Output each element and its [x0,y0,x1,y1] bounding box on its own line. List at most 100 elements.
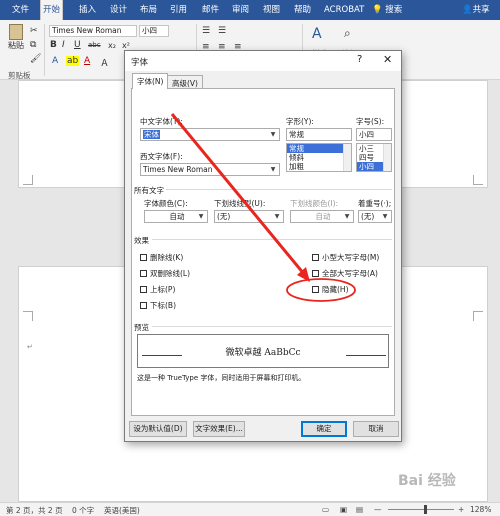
font-dialog: 字体 ? ✕ 字体(N) 高级(V) 中文字体(T): 宋体 ▼ 字形(Y): … [124,50,402,442]
preview-section-label: 预览 [134,323,149,332]
underline-button[interactable]: U [74,40,81,50]
checkbox-box[interactable] [140,254,147,261]
tab-design[interactable]: 设计 [108,0,129,20]
close-icon[interactable]: ✕ [383,53,392,66]
tab-help[interactable]: 帮助 [292,0,313,20]
effects-section-label: 效果 [134,236,149,245]
strikethrough-button[interactable]: abc [88,41,101,49]
chevron-down-icon: ▼ [382,213,388,220]
zoom-slider-thumb[interactable] [424,505,427,514]
superscript-checkbox[interactable]: 上标(P) [140,284,175,295]
highlight-icon[interactable]: ab [66,56,80,66]
font-style-input[interactable]: 常规 [286,128,352,141]
tab-font[interactable]: 字体(N) [132,73,169,89]
numbering-icon[interactable]: ☰ [218,26,226,36]
group-separator [44,24,45,76]
checkbox-box[interactable] [312,286,319,293]
copy-icon[interactable]: ⧉ [30,40,36,50]
emphasis-mark-select[interactable]: (无) ▼ [358,210,392,223]
list-item[interactable]: 倾斜 [287,153,351,162]
hidden-checkbox[interactable]: 隐藏(H) [312,284,349,295]
subscript-checkbox[interactable]: 下标(B) [140,300,176,311]
set-default-button[interactable]: 设为默认值(D) [129,421,187,437]
web-layout-icon[interactable]: ▤ [356,505,363,514]
checkbox-box[interactable] [312,254,319,261]
tab-review[interactable]: 审阅 [230,0,251,20]
help-button[interactable]: ? [357,54,362,65]
zoom-out-button[interactable]: — [374,505,382,514]
chevron-down-icon: ▼ [344,213,350,220]
underline-color-select[interactable]: 自动 ▼ [290,210,354,223]
superscript-button[interactable]: x² [122,41,130,50]
subscript-button[interactable]: x₂ [108,41,116,50]
dialog-title-bar: 字体 ? ✕ [125,51,401,71]
zoom-level[interactable]: 128% [470,505,491,514]
tab-advanced[interactable]: 高级(V) [167,75,203,89]
italic-button[interactable]: I [62,40,65,50]
western-font-select[interactable]: Times New Roman ▼ [140,163,280,176]
tab-acrobat[interactable]: ACROBAT [322,0,366,20]
chevron-down-icon: ▼ [198,213,204,220]
chevron-down-icon: ▼ [274,213,280,220]
section-divider [166,189,392,190]
bold-button[interactable]: B [50,40,57,50]
bullets-icon[interactable]: ☰ [202,26,210,36]
scrollbar[interactable] [383,144,391,171]
chinese-font-select[interactable]: 宋体 ▼ [140,128,280,141]
list-item[interactable]: 加粗 [287,162,351,171]
ribbon-tab-bar: 文件 开始 插入 设计 布局 引用 邮件 审阅 视图 帮助 ACROBAT 💡 … [0,0,500,20]
font-size-input[interactable]: 小四 [356,128,392,141]
read-mode-icon[interactable]: ▭ [322,505,329,514]
tab-layout[interactable]: 布局 [138,0,159,20]
cut-icon[interactable]: ✂ [30,26,38,36]
ok-button[interactable]: 确定 [301,421,347,437]
paste-button[interactable]: 粘贴 [6,24,26,51]
double-strikethrough-checkbox[interactable]: 双删除线(L) [140,268,190,279]
page-count[interactable]: 第 2 页，共 2 页 [6,505,63,516]
paragraph-mark: ↵ [27,343,33,351]
tab-mailings[interactable]: 邮件 [200,0,221,20]
preview-box: 微软卓越 AaBbCc [137,334,389,368]
font-name-box[interactable]: Times New Roman [49,25,137,37]
text-effects-button[interactable]: 文字效果(E)... [193,421,245,437]
format-painter-icon[interactable]: 🖌 [30,54,41,64]
underline-color-label: 下划线颜色(I): [290,199,339,208]
all-caps-checkbox[interactable]: 全部大写字母(A) [312,268,378,279]
scrollbar[interactable] [343,144,351,171]
preview-baseline-right [346,355,386,356]
language-indicator[interactable]: 英语(美国) [104,505,140,516]
font-size-list[interactable]: 小三 四号 小四 [356,143,392,172]
tell-me-search[interactable]: 💡 搜索 [372,0,402,20]
small-caps-checkbox[interactable]: 小型大写字母(M) [312,252,379,263]
checkbox-box[interactable] [312,270,319,277]
checkbox-box[interactable] [140,270,147,277]
font-style-list[interactable]: 常规 倾斜 加粗 [286,143,352,172]
western-font-label: 西文字体(F): [140,152,183,161]
styles-icon[interactable]: A [312,26,322,42]
font-style-label: 字形(Y): [286,117,314,126]
word-count[interactable]: 0 个字 [72,505,94,516]
zoom-in-button[interactable]: + [458,505,464,514]
share-button[interactable]: 👤共享 [462,0,490,20]
tab-home[interactable]: 开始 [40,0,64,20]
checkbox-box[interactable] [140,286,147,293]
print-layout-icon[interactable]: ▣ [340,505,347,514]
underline-style-select[interactable]: (无) ▼ [214,210,284,223]
text-effects-icon[interactable]: A [52,56,58,66]
font-color-icon[interactable]: A [84,56,90,66]
margin-corner-mark [473,311,483,321]
font-size-box[interactable]: 小四 [139,25,169,37]
font-color-select[interactable]: 自动 ▼ [144,210,208,223]
search-icon[interactable]: ⌕ [344,26,351,41]
tab-references[interactable]: 引用 [168,0,189,20]
tab-view[interactable]: 视图 [261,0,282,20]
cancel-button[interactable]: 取消 [353,421,399,437]
zoom-slider[interactable] [388,509,454,510]
list-item[interactable]: 常规 [287,144,351,153]
strikethrough-checkbox[interactable]: 删除线(K) [140,252,183,263]
tab-file[interactable]: 文件 [10,0,31,20]
checkbox-box[interactable] [140,302,147,309]
person-icon: 👤 [462,5,473,15]
tab-insert[interactable]: 插入 [77,0,98,20]
shading-icon[interactable]: Ａ [100,56,109,69]
